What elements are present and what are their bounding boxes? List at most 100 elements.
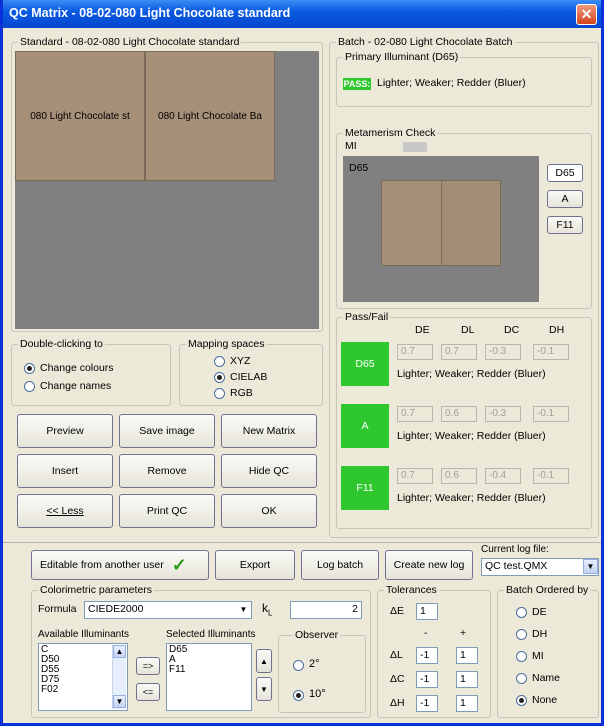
- dc-max-input[interactable]: 1: [456, 671, 478, 688]
- move-down-icon[interactable]: ▼: [256, 677, 272, 701]
- header-dc: DC: [504, 324, 520, 336]
- header-dh: DH: [549, 324, 565, 336]
- cielab-label: CIELAB: [230, 371, 268, 383]
- observer-2-radio[interactable]: [293, 660, 304, 671]
- remove-button[interactable]: Remove: [119, 454, 215, 488]
- log-file-label: Current log file:: [481, 544, 549, 555]
- metamerism-legend: Metamerism Check: [343, 127, 438, 139]
- kl-input[interactable]: 2: [290, 601, 362, 619]
- selected-label: Selected Illuminants: [166, 629, 256, 640]
- a-dc: -0.3: [485, 406, 521, 422]
- dh-max-input[interactable]: 1: [456, 695, 478, 712]
- log-file-select[interactable]: QC test.QMX: [481, 558, 599, 576]
- export-button[interactable]: Export: [215, 550, 295, 580]
- qc-matrix-window: QC Matrix - 08-02-080 Light Chocolate st…: [0, 0, 604, 726]
- double-click-box: Double-clicking to Change colours Change…: [11, 338, 171, 406]
- f11-de: 0.7: [397, 468, 433, 484]
- hide-qc-button[interactable]: Hide QC: [221, 454, 317, 488]
- formula-chevron-icon[interactable]: ▼: [236, 602, 251, 617]
- scroll-down-icon[interactable]: ▼: [113, 695, 126, 708]
- preview-button[interactable]: Preview: [17, 414, 113, 448]
- dl-label: ΔL: [390, 649, 403, 661]
- illuminant-a-button[interactable]: A: [547, 190, 583, 208]
- check-icon: ✓: [171, 554, 187, 575]
- change-names-radio[interactable]: [24, 381, 35, 392]
- order-none-label: None: [532, 694, 558, 706]
- ok-button[interactable]: OK: [221, 494, 317, 528]
- rgb-radio[interactable]: [214, 388, 225, 399]
- dl-min-input[interactable]: -1: [416, 647, 438, 664]
- batch-order-box: Batch Ordered by DE DH MI Name None: [497, 584, 599, 718]
- less-button[interactable]: << Less: [17, 494, 113, 528]
- illuminant-f11-button[interactable]: F11: [547, 216, 583, 234]
- observer-legend: Observer: [293, 629, 341, 641]
- save-image-button[interactable]: Save image: [119, 414, 215, 448]
- observer-10-radio[interactable]: [293, 690, 304, 701]
- row-d65-status: D65: [341, 342, 389, 386]
- primary-illuminant-legend: Primary Illuminant (D65): [343, 51, 461, 63]
- add-illuminant-button[interactable]: =>: [136, 657, 160, 675]
- order-de-label: DE: [532, 606, 547, 618]
- editable-toggle[interactable]: Editable from another user ✓: [31, 550, 209, 580]
- order-de-radio[interactable]: [516, 607, 527, 618]
- pass-description: Lighter; Weaker; Redder (Bluer): [377, 77, 526, 89]
- selected-list[interactable]: D65 A F11: [166, 643, 252, 711]
- mapping-legend: Mapping spaces: [186, 338, 267, 350]
- xyz-radio[interactable]: [214, 356, 225, 367]
- illuminant-d65-button[interactable]: D65: [547, 164, 583, 182]
- move-up-icon[interactable]: ▲: [256, 649, 272, 673]
- remove-illuminant-button[interactable]: <=: [136, 683, 160, 701]
- de-label: ΔE: [390, 605, 405, 617]
- order-name-radio[interactable]: [516, 673, 527, 684]
- divider: [3, 542, 601, 543]
- cielab-radio[interactable]: [214, 372, 225, 383]
- standard-swatch[interactable]: 080 Light Chocolate st: [15, 51, 145, 181]
- d65-dl: 0.7: [441, 344, 477, 360]
- dh-label: ΔH: [390, 697, 405, 709]
- a-description: Lighter; Weaker; Redder (Bluer): [397, 430, 546, 442]
- create-new-log-button[interactable]: Create new log: [385, 550, 473, 580]
- a-de: 0.7: [397, 406, 433, 422]
- list-item[interactable]: F11: [169, 665, 249, 675]
- chevron-down-icon[interactable]: ▼: [583, 559, 598, 574]
- editable-label: Editable from another user: [40, 559, 164, 571]
- metamerism-batch: [441, 180, 501, 266]
- minus-label: -: [424, 627, 428, 639]
- scrollbar[interactable]: ▲ ▼: [112, 645, 126, 709]
- log-batch-button[interactable]: Log batch: [301, 550, 379, 580]
- list-item[interactable]: D65: [169, 645, 249, 655]
- kl-sub: L: [268, 608, 273, 618]
- batch-panel: Batch - 02-080 Light Chocolate Batch Pri…: [329, 36, 599, 538]
- scroll-up-icon[interactable]: ▲: [113, 645, 126, 658]
- mapping-spaces-box: Mapping spaces XYZ CIELAB RGB: [179, 338, 323, 406]
- order-dh-radio[interactable]: [516, 629, 527, 640]
- observer-2-label: 2°: [309, 658, 320, 670]
- change-colours-label: Change colours: [40, 362, 114, 374]
- title-bar: QC Matrix - 08-02-080 Light Chocolate st…: [3, 0, 601, 28]
- f11-dl: 0.6: [441, 468, 477, 484]
- dh-min-input[interactable]: -1: [416, 695, 438, 712]
- order-mi-radio[interactable]: [516, 651, 527, 662]
- row-f11-status: F11: [341, 466, 389, 510]
- formula-select[interactable]: CIEDE2000: [84, 601, 252, 619]
- dc-label: ΔC: [390, 673, 405, 685]
- close-icon[interactable]: ✕: [576, 4, 597, 25]
- dl-max-input[interactable]: 1: [456, 647, 478, 664]
- d65-description: Lighter; Weaker; Redder (Bluer): [397, 368, 546, 380]
- batch-order-legend: Batch Ordered by: [504, 584, 591, 596]
- order-none-radio[interactable]: [516, 695, 527, 706]
- xyz-label: XYZ: [230, 355, 251, 367]
- de-input[interactable]: 1: [416, 603, 438, 620]
- batch-swatch[interactable]: 080 Light Chocolate Ba: [145, 51, 275, 181]
- new-matrix-button[interactable]: New Matrix: [221, 414, 317, 448]
- rgb-label: RGB: [230, 387, 253, 399]
- insert-button[interactable]: Insert: [17, 454, 113, 488]
- observer-10-label: 10°: [309, 688, 326, 700]
- f11-description: Lighter; Weaker; Redder (Bluer): [397, 492, 546, 504]
- window-title: QC Matrix - 08-02-080 Light Chocolate st…: [9, 6, 291, 20]
- change-colours-radio[interactable]: [24, 363, 35, 374]
- header-dl: DL: [461, 324, 475, 336]
- change-names-label: Change names: [40, 380, 112, 392]
- print-qc-button[interactable]: Print QC: [119, 494, 215, 528]
- dc-min-input[interactable]: -1: [416, 671, 438, 688]
